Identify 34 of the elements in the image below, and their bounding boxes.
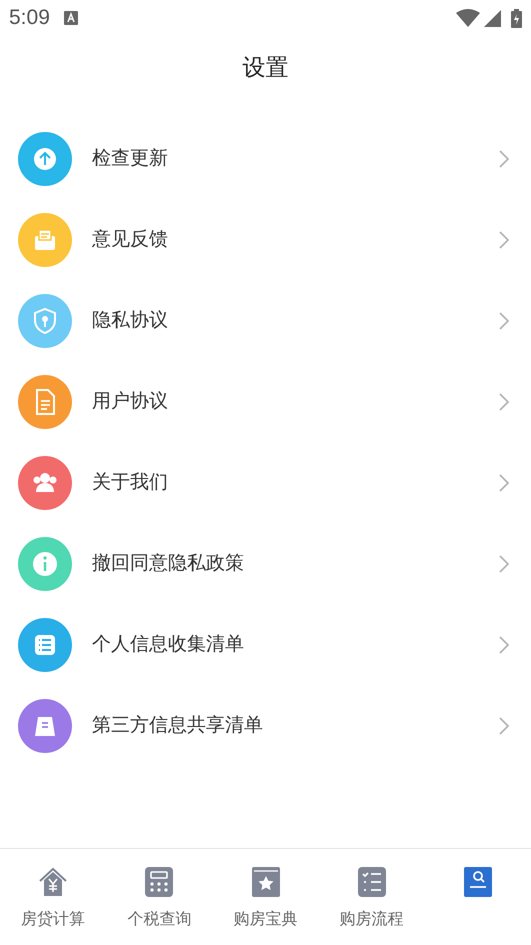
nav-tab[interactable]: 房贷计算 <box>0 849 106 945</box>
settings-label: 用户协议 <box>92 389 169 414</box>
nav-tab[interactable]: 购房宝典 <box>212 849 319 945</box>
settings-row[interactable]: 意见反馈 <box>0 199 531 280</box>
settings-label: 关于我们 <box>92 470 169 496</box>
chevron-icon <box>499 636 509 654</box>
chevron-icon <box>499 716 509 734</box>
nav-tab[interactable]: 个税查询 <box>106 849 212 945</box>
settings-row[interactable]: 用户协议 <box>0 361 531 442</box>
battery-icon <box>511 8 522 28</box>
settings-row[interactable]: 个人信息收集清单 <box>0 604 531 685</box>
settings-row[interactable]: 检查更新 <box>0 118 531 199</box>
settings-label: 撤回同意隐私政策 <box>92 551 245 576</box>
settings-label: 意见反馈 <box>92 227 169 252</box>
settings-row[interactable]: 隐私协议 <box>0 280 531 361</box>
signal-icon <box>484 10 501 26</box>
keyboard-icon <box>64 11 78 25</box>
settings-row[interactable]: 第三方信息共享清单 <box>0 685 531 766</box>
chevron-icon <box>499 474 509 492</box>
settings-row[interactable]: 撤回同意隐私政策 <box>0 523 531 604</box>
settings-label: 个人信息收集清单 <box>92 632 245 658</box>
chevron-icon <box>499 554 509 572</box>
settings-label: 检查更新 <box>92 146 169 172</box>
wifi-icon <box>456 9 480 27</box>
chevron-icon <box>499 392 509 410</box>
settings-label: 第三方信息共享清单 <box>92 713 264 738</box>
chevron-icon <box>499 150 509 168</box>
nav-tab[interactable]: 购房流程 <box>318 849 425 945</box>
settings-row[interactable]: 关于我们 <box>0 442 531 523</box>
status-time: 5:09 <box>9 5 50 32</box>
settings-label: 隐私协议 <box>92 308 169 334</box>
chevron-icon <box>499 312 509 330</box>
chevron-icon <box>499 230 509 248</box>
page-title: 设置 <box>242 54 288 83</box>
